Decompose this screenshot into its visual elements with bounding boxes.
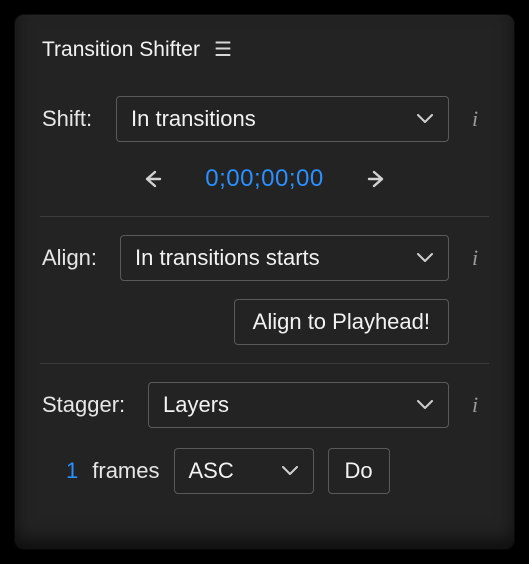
chevron-down-icon: [416, 110, 434, 128]
stagger-section: Stagger: Layers i 1 frames ASC: [40, 364, 489, 512]
shift-prev-button[interactable]: [135, 162, 169, 196]
stagger-select[interactable]: Layers: [148, 382, 449, 428]
shift-info-icon[interactable]: i: [463, 106, 487, 132]
stagger-order-select[interactable]: ASC: [174, 448, 314, 494]
panel-menu-icon[interactable]: ☰: [214, 40, 232, 60]
stagger-order-value: ASC: [189, 458, 234, 484]
stagger-frame-units: frames: [92, 458, 159, 484]
chevron-down-icon: [416, 249, 434, 267]
transition-shifter-panel: Transition Shifter ☰ Shift: In transitio…: [14, 14, 515, 550]
align-section: Align: In transitions starts i Align to …: [40, 217, 489, 363]
stagger-do-button[interactable]: Do: [328, 448, 390, 494]
shift-select-value: In transitions: [131, 106, 256, 132]
shift-label: Shift:: [42, 106, 102, 132]
chevron-down-icon: [416, 396, 434, 414]
shift-timecode[interactable]: 0;00;00;00: [205, 165, 323, 193]
shift-next-button[interactable]: [360, 162, 394, 196]
arrow-left-icon: [142, 169, 162, 189]
stagger-label: Stagger:: [42, 392, 134, 418]
shift-section: Shift: In transitions i 0;00;00;00: [40, 78, 489, 216]
chevron-down-icon: [281, 462, 299, 480]
align-to-playhead-button[interactable]: Align to Playhead!: [234, 299, 449, 345]
panel-title: Transition Shifter: [42, 38, 200, 62]
arrow-right-icon: [367, 169, 387, 189]
align-label: Align:: [42, 245, 106, 271]
stagger-info-icon[interactable]: i: [463, 392, 487, 418]
align-select[interactable]: In transitions starts: [120, 235, 449, 281]
align-select-value: In transitions starts: [135, 245, 320, 271]
stagger-select-value: Layers: [163, 392, 229, 418]
stagger-frame-count[interactable]: 1: [66, 458, 78, 484]
align-info-icon[interactable]: i: [463, 245, 487, 271]
panel-titlebar: Transition Shifter ☰: [40, 34, 489, 78]
shift-select[interactable]: In transitions: [116, 96, 449, 142]
